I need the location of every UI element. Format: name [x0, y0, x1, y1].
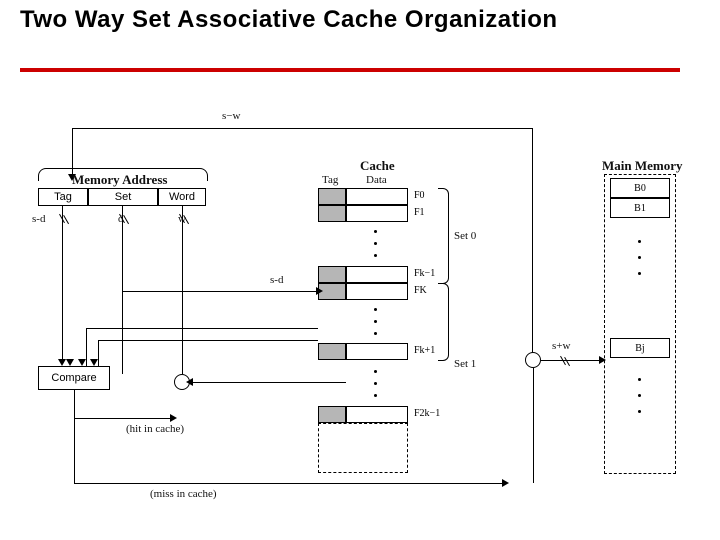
brace-set1 — [438, 283, 449, 361]
bus-join — [525, 352, 541, 368]
arrow-compare-in3 — [78, 359, 86, 366]
wire-tag-fb1v — [86, 328, 87, 366]
arrow-set-select — [316, 287, 323, 295]
label-sw: s−w — [222, 110, 240, 122]
main-memory-title: Main Memory — [602, 158, 683, 174]
diagram-canvas: s−w Memory Address Tag Set Word s-d d w … — [0, 78, 720, 540]
memory-address-title: Memory Address — [72, 172, 167, 188]
cache-col-data: Data — [366, 174, 387, 186]
wire-word-down — [182, 206, 183, 374]
cache-data-k — [346, 283, 408, 300]
wire-compare-out — [74, 390, 75, 418]
wire-set-down — [122, 206, 123, 374]
dot-c2 — [374, 242, 377, 245]
brace-set0 — [438, 188, 449, 284]
label-set1: Set 1 — [454, 358, 476, 370]
field-tag: Tag — [38, 188, 88, 206]
wire-miss-h — [74, 483, 504, 484]
arrow-miss — [502, 479, 509, 487]
wire-top — [72, 128, 532, 129]
cache-col-tag: Tag — [322, 174, 338, 186]
compare-box: Compare — [38, 366, 110, 390]
wire-tag-fb2 — [98, 340, 318, 341]
cache-title: Cache — [360, 158, 395, 174]
cache-data-s1a — [346, 343, 408, 360]
wire-to-mm — [541, 360, 601, 361]
dot-c9 — [374, 394, 377, 397]
dot-c5 — [374, 320, 377, 323]
arrow-hit — [170, 414, 177, 422]
arrow-mux-data — [186, 378, 193, 386]
dot-c1 — [374, 230, 377, 233]
wire-tag-fb2v — [98, 340, 99, 366]
cache-label-F1: F1 — [414, 207, 425, 218]
cache-tag-k1 — [318, 266, 346, 283]
page-title: Two Way Set Associative Cache Organizati… — [20, 6, 558, 34]
cache-tag-s1b — [318, 406, 346, 423]
cache-label-F2k1: F2k−1 — [414, 408, 440, 419]
arrow-compare-in4 — [90, 359, 98, 366]
cache-data-k1 — [346, 266, 408, 283]
cache-data-1 — [346, 205, 408, 222]
dot-c8 — [374, 382, 377, 385]
cache-dashed-cont — [318, 423, 408, 473]
cache-label-Fk1: Fk−1 — [414, 268, 435, 279]
label-set0: Set 0 — [454, 230, 476, 242]
wire-mux-data — [190, 382, 346, 383]
wire-set-select — [122, 291, 318, 292]
label-sd: s-d — [32, 213, 45, 225]
wire-hit — [74, 418, 172, 419]
dot-c7 — [374, 370, 377, 373]
dot-c4 — [374, 308, 377, 311]
title-underline — [20, 68, 680, 72]
arrow-compare-in2 — [66, 359, 74, 366]
cache-label-Fkp1: Fk+1 — [414, 345, 435, 356]
cache-label-Fk: FK — [414, 285, 427, 296]
wire-miss-v — [74, 418, 75, 483]
cache-data-0 — [346, 188, 408, 205]
label-sd-mid: s-d — [270, 274, 283, 286]
dot-c3 — [374, 254, 377, 257]
cache-tag-s1a — [318, 343, 346, 360]
cache-tag-0 — [318, 188, 346, 205]
label-sw-bus: s+w — [552, 340, 570, 352]
dot-c6 — [374, 332, 377, 335]
field-set: Set — [88, 188, 158, 206]
label-hit: (hit in cache) — [126, 423, 184, 435]
wire-top-down-r — [532, 128, 533, 353]
wire-tag-down — [62, 206, 63, 361]
arrow-tag-into-compare — [58, 359, 66, 366]
cache-label-F0: F0 — [414, 190, 425, 201]
label-miss: (miss in cache) — [150, 488, 217, 500]
wire-bus-down — [533, 368, 534, 483]
wire-tag-fb1 — [86, 328, 318, 329]
cache-data-s1b — [346, 406, 408, 423]
mm-dashed-outline — [604, 174, 676, 474]
cache-tag-1 — [318, 205, 346, 222]
field-word: Word — [158, 188, 206, 206]
